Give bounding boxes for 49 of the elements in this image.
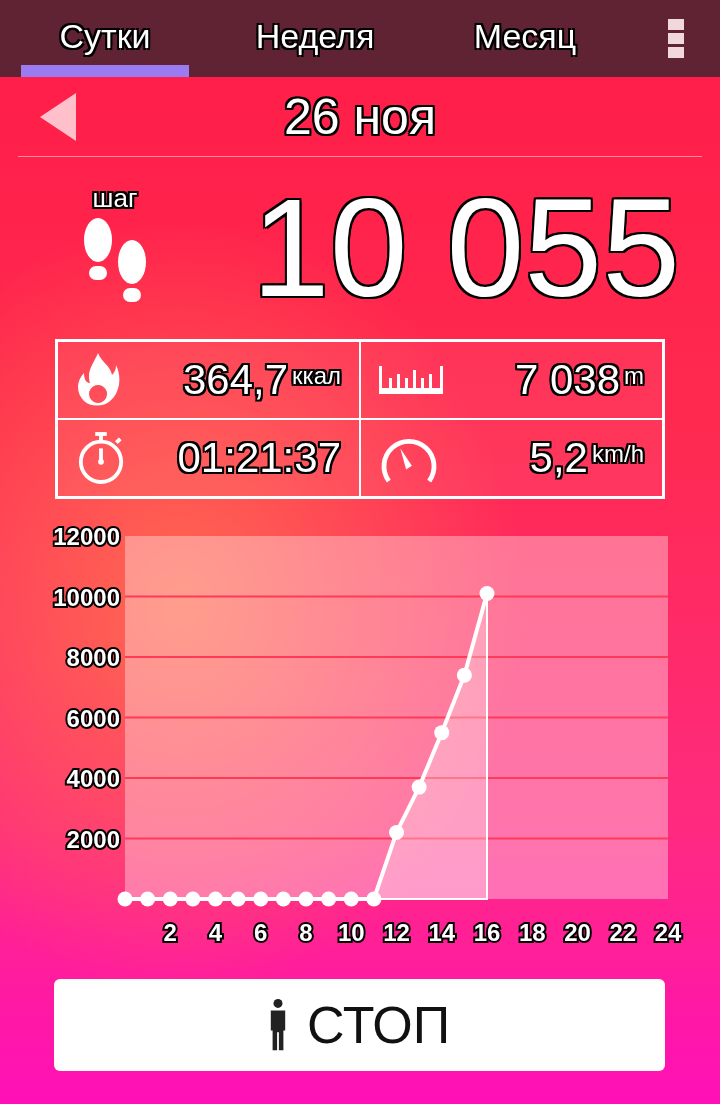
data-point	[434, 725, 450, 741]
stop-button[interactable]: СТОП	[54, 979, 665, 1071]
data-point	[140, 891, 156, 907]
data-point	[321, 891, 337, 907]
data-point	[208, 891, 223, 907]
data-point	[253, 891, 269, 907]
ruler-icon	[379, 366, 443, 394]
y-axis-label: 6000	[66, 704, 120, 732]
flame-icon	[76, 353, 120, 407]
x-axis-label: 24	[654, 919, 682, 946]
y-axis-label: 8000	[66, 644, 120, 671]
tab[interactable]: Сутки	[21, 0, 189, 77]
tab[interactable]: Неделя	[231, 0, 399, 77]
x-axis-label: 14	[428, 919, 456, 946]
stat-value: 01:21:37	[177, 434, 341, 482]
x-axis-label: 10	[337, 919, 365, 946]
step-count: 10 055	[251, 178, 680, 318]
x-axis-label: 22	[609, 919, 637, 946]
person-icon	[268, 997, 287, 1053]
x-axis-label: 2	[163, 919, 177, 946]
data-point	[298, 891, 314, 907]
y-axis-label: 12000	[53, 523, 120, 550]
steps-label: шаг	[92, 182, 138, 214]
data-point	[389, 824, 404, 840]
data-point	[162, 891, 178, 907]
data-point	[456, 667, 472, 683]
y-axis-label: 10000	[53, 583, 120, 611]
data-point	[117, 891, 133, 907]
y-axis-label: 2000	[66, 825, 120, 853]
data-point	[366, 891, 382, 907]
data-point	[479, 586, 495, 601]
back-arrow-icon[interactable]	[40, 93, 76, 141]
x-axis-label: 12	[383, 919, 410, 946]
date-title: 26 ноя	[284, 87, 436, 146]
menu-icon[interactable]	[668, 18, 684, 59]
x-axis-label: 18	[518, 919, 546, 946]
data-point	[185, 891, 201, 907]
x-axis-label: 8	[299, 919, 313, 946]
x-axis-label: 20	[564, 919, 591, 946]
stopwatch-icon	[76, 431, 126, 485]
y-axis-label: 4000	[66, 765, 120, 792]
tab[interactable]: Месяц	[441, 0, 609, 77]
x-axis-label: 4	[208, 919, 223, 946]
data-point	[411, 779, 427, 795]
x-axis-label: 16	[473, 919, 501, 946]
data-point	[275, 891, 291, 907]
data-point	[343, 891, 359, 907]
data-point	[230, 891, 246, 907]
x-axis-label: 6	[254, 919, 268, 946]
